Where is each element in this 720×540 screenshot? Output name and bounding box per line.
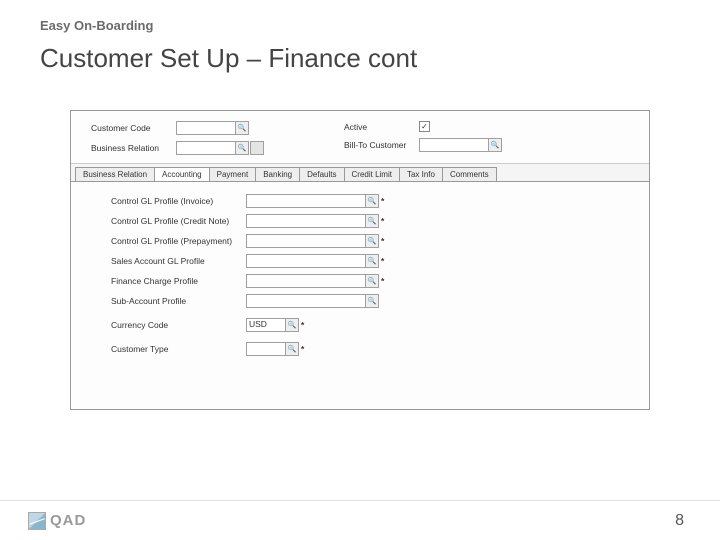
- sales-gl-label: Sales Account GL Profile: [111, 256, 246, 266]
- tab-strip: Business Relation Accounting Payment Ban…: [71, 164, 649, 182]
- fin-charge-lookup-icon[interactable]: 🔍: [365, 274, 379, 288]
- ctrl-cn-input[interactable]: [246, 214, 366, 228]
- cust-type-lookup-icon[interactable]: 🔍: [285, 342, 299, 356]
- tab-comments[interactable]: Comments: [442, 167, 497, 181]
- ctrl-invoice-label: Control GL Profile (Invoice): [111, 196, 246, 206]
- sub-acct-lookup-icon[interactable]: 🔍: [365, 294, 379, 308]
- business-relation-input[interactable]: [176, 141, 236, 155]
- fin-charge-input[interactable]: [246, 274, 366, 288]
- ctrl-prepay-lookup-icon[interactable]: 🔍: [365, 234, 379, 248]
- tab-payment[interactable]: Payment: [209, 167, 257, 181]
- tab-business-relation[interactable]: Business Relation: [75, 167, 155, 181]
- fin-charge-label: Finance Charge Profile: [111, 276, 246, 286]
- tab-defaults[interactable]: Defaults: [299, 167, 344, 181]
- active-checkbox[interactable]: ✓: [419, 121, 430, 132]
- customer-form: Customer Code 🔍 Business Relation 🔍 Acti…: [70, 110, 650, 410]
- tab-tax-info[interactable]: Tax Info: [399, 167, 443, 181]
- ctrl-cn-label: Control GL Profile (Credit Note): [111, 216, 246, 226]
- tab-credit-limit[interactable]: Credit Limit: [344, 167, 400, 181]
- customer-code-label: Customer Code: [91, 123, 176, 133]
- required-mark: *: [381, 216, 384, 226]
- sub-acct-label: Sub-Account Profile: [111, 296, 246, 306]
- tab-accounting[interactable]: Accounting: [154, 167, 210, 181]
- sales-gl-lookup-icon[interactable]: 🔍: [365, 254, 379, 268]
- cust-type-input[interactable]: [246, 342, 286, 356]
- currency-input[interactable]: USD: [246, 318, 286, 332]
- required-mark: *: [381, 256, 384, 266]
- brand-logo-text: QAD: [50, 512, 86, 529]
- sales-gl-input[interactable]: [246, 254, 366, 268]
- ctrl-prepay-label: Control GL Profile (Prepayment): [111, 236, 246, 246]
- bill-to-label: Bill-To Customer: [344, 140, 419, 150]
- business-relation-lookup-icon[interactable]: 🔍: [235, 141, 249, 155]
- ctrl-invoice-input[interactable]: [246, 194, 366, 208]
- page-number: 8: [675, 512, 684, 530]
- cust-type-label: Customer Type: [111, 344, 246, 354]
- currency-label: Currency Code: [111, 320, 246, 330]
- bill-to-input[interactable]: [419, 138, 489, 152]
- required-mark: *: [301, 320, 304, 330]
- currency-lookup-icon[interactable]: 🔍: [285, 318, 299, 332]
- ctrl-invoice-lookup-icon[interactable]: 🔍: [365, 194, 379, 208]
- brand-logo: QAD: [28, 512, 86, 530]
- business-relation-label: Business Relation: [91, 143, 176, 153]
- active-label: Active: [344, 122, 419, 132]
- sub-acct-input[interactable]: [246, 294, 366, 308]
- accounting-panel: Control GL Profile (Invoice) 🔍 * Control…: [71, 182, 649, 366]
- business-relation-disabled-icon: [250, 141, 264, 155]
- ctrl-prepay-input[interactable]: [246, 234, 366, 248]
- customer-code-input[interactable]: [176, 121, 236, 135]
- page-title: Customer Set Up – Finance cont: [40, 43, 680, 74]
- customer-code-lookup-icon[interactable]: 🔍: [235, 121, 249, 135]
- tab-banking[interactable]: Banking: [255, 167, 300, 181]
- breadcrumb: Easy On-Boarding: [40, 18, 680, 33]
- bill-to-lookup-icon[interactable]: 🔍: [488, 138, 502, 152]
- required-mark: *: [381, 236, 384, 246]
- required-mark: *: [301, 344, 304, 354]
- required-mark: *: [381, 276, 384, 286]
- ctrl-cn-lookup-icon[interactable]: 🔍: [365, 214, 379, 228]
- brand-logo-icon: [28, 512, 46, 530]
- required-mark: *: [381, 196, 384, 206]
